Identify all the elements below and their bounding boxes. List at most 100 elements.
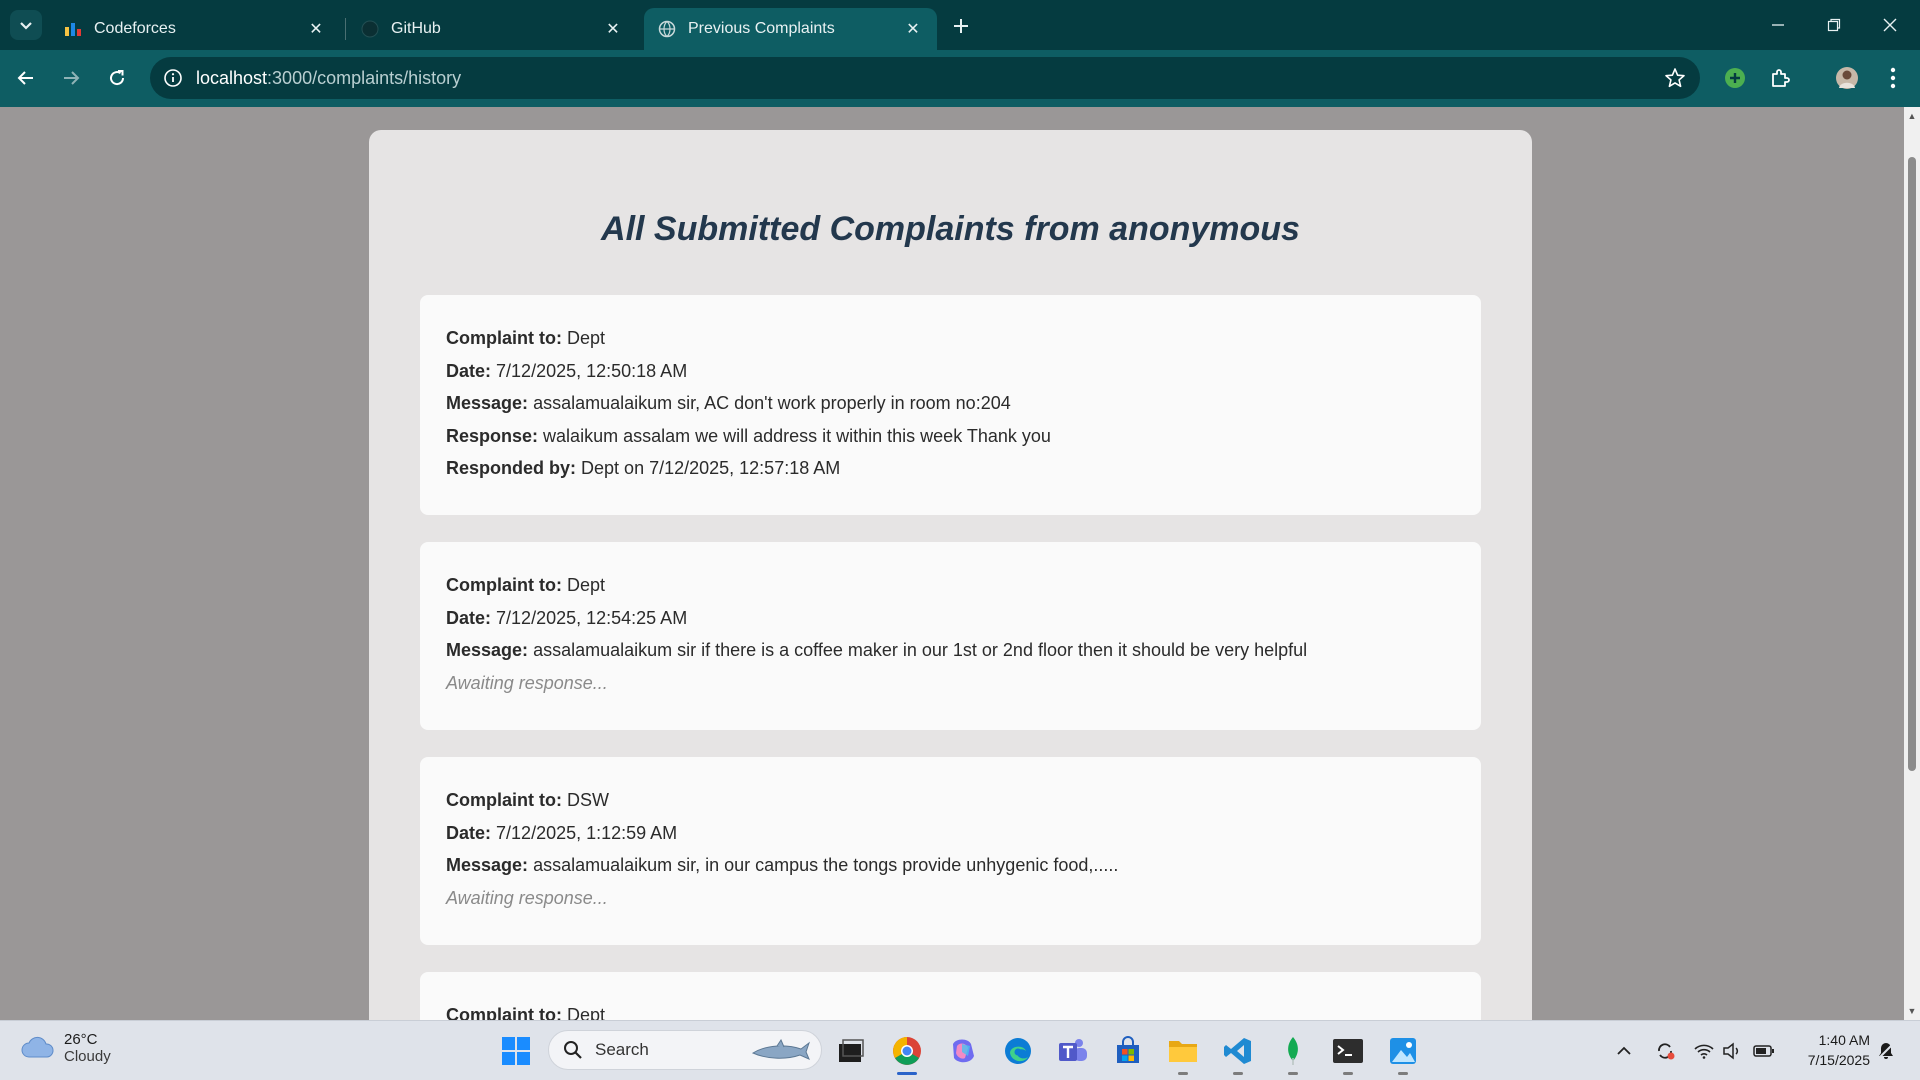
minimize-button[interactable] — [1758, 10, 1798, 40]
tab-codeforces[interactable]: Codeforces ✕ — [50, 8, 340, 50]
complaint-card: Complaint to: Dept Date: 7/12/2025, 12:5… — [420, 295, 1481, 515]
more-vertical-icon — [1890, 67, 1896, 89]
date-value: 7/12/2025, 12:54:25 AM — [496, 607, 688, 628]
extensions-puzzle-icon[interactable] — [1766, 63, 1796, 93]
forward-button[interactable] — [55, 62, 87, 94]
volume-icon[interactable] — [1720, 1039, 1744, 1063]
scroll-up-icon[interactable]: ▲ — [1907, 111, 1917, 121]
tab-divider — [345, 18, 346, 40]
vscode-icon — [1224, 1038, 1251, 1064]
close-icon[interactable]: ✕ — [306, 19, 326, 39]
store-icon — [1117, 1036, 1139, 1063]
start-button[interactable] — [498, 1033, 534, 1069]
taskbar-terminal[interactable] — [1330, 1033, 1366, 1075]
close-icon[interactable]: ✕ — [903, 19, 923, 39]
new-tab-button[interactable] — [944, 12, 978, 40]
date-row: Date: 7/12/2025, 12:54:25 AM — [446, 607, 1455, 640]
site-info-icon[interactable] — [162, 67, 184, 89]
weather-widget[interactable]: 26°C Cloudy — [20, 1031, 111, 1065]
field-label: Complaint to: — [446, 790, 562, 810]
browser-menu-button[interactable] — [1878, 63, 1908, 93]
field-label: Response: — [446, 425, 539, 446]
extension-green-icon[interactable] — [1720, 63, 1750, 93]
running-indicator — [1343, 1072, 1353, 1075]
message-value: assalamualaikum sir if there is a coffee… — [533, 640, 1308, 660]
awaiting-response-text: Awaiting response... — [446, 672, 608, 693]
taskbar-search[interactable]: Search — [548, 1030, 822, 1070]
minimize-icon — [1772, 24, 1784, 26]
field-label: Message: — [446, 640, 529, 660]
tab-previous-complaints[interactable]: Previous Complaints ✕ — [644, 8, 937, 50]
taskbar-teams[interactable] — [1055, 1033, 1091, 1069]
clock-time: 1:40 AM — [1818, 1032, 1870, 1048]
taskbar-mongodb[interactable] — [1275, 1033, 1311, 1075]
taskbar-edge[interactable] — [1000, 1033, 1036, 1069]
windows-icon — [502, 1037, 530, 1065]
date-row: Date: 7/12/2025, 12:50:18 AM — [446, 360, 1455, 393]
sync-tray-icon[interactable] — [1653, 1039, 1677, 1063]
response-value: walaikum assalam we will address it with… — [543, 425, 1051, 446]
complaint-to-row: Complaint to: Dept — [446, 574, 1455, 607]
close-icon[interactable]: ✕ — [603, 19, 623, 39]
restore-icon — [1827, 18, 1841, 32]
tab-github[interactable]: GitHub ✕ — [347, 8, 637, 50]
taskbar-store[interactable] — [1110, 1033, 1146, 1069]
profile-avatar[interactable] — [1832, 63, 1862, 93]
copilot-icon — [953, 1039, 974, 1063]
shark-decoration-icon — [751, 1039, 810, 1060]
edge-icon — [1005, 1038, 1031, 1064]
tab-bar: Codeforces ✕ GitHub ✕ Previous Complaint… — [0, 0, 1920, 50]
system-clock[interactable]: 1:40 AM 7/15/2025 — [1790, 1030, 1870, 1070]
complaint-to-row: Complaint to: DSW — [446, 789, 1455, 822]
complaint-card: Complaint to: DSW Date: 7/12/2025, 1:12:… — [420, 757, 1481, 945]
page-title: All Submitted Complaints from anonymous — [601, 210, 1300, 248]
date-value: 7/12/2025, 12:50:18 AM — [496, 360, 688, 381]
running-indicator — [1288, 1072, 1298, 1075]
weather-condition: Cloudy — [64, 1048, 111, 1065]
github-icon — [361, 20, 379, 38]
message-value: assalamualaikum sir, AC don't work prope… — [533, 393, 1011, 413]
taskbar-photos[interactable] — [1385, 1033, 1421, 1075]
task-view-button[interactable] — [833, 1033, 869, 1069]
chrome-icon — [893, 1037, 921, 1065]
address-bar[interactable]: localhost:3000/complaints/history — [150, 57, 1700, 99]
page-scrollbar[interactable]: ▲ ▼ — [1904, 107, 1920, 1020]
terminal-icon — [1333, 1039, 1363, 1063]
notifications-bell-icon[interactable] — [1874, 1039, 1898, 1063]
scroll-thumb[interactable] — [1908, 157, 1916, 771]
restore-button[interactable] — [1814, 10, 1854, 40]
response-row: Response: walaikum assalam we will addre… — [446, 425, 1455, 458]
plus-icon — [954, 19, 968, 33]
reload-button[interactable] — [101, 62, 133, 94]
tab-title: GitHub — [391, 20, 441, 37]
taskbar: 26°C Cloudy Search 1:40 AM 7/15/2025 — [0, 1020, 1920, 1080]
complaints-panel: All Submitted Complaints from anonymous … — [369, 130, 1532, 1020]
chevron-down-icon — [20, 22, 32, 30]
arrow-right-icon — [64, 71, 80, 85]
running-indicator — [897, 1072, 917, 1075]
field-label: Responded by: — [446, 458, 577, 478]
back-button[interactable] — [10, 62, 42, 94]
wifi-icon[interactable] — [1692, 1039, 1716, 1063]
show-hidden-icons-button[interactable] — [1612, 1039, 1636, 1063]
page-viewport: All Submitted Complaints from anonymous … — [0, 107, 1904, 1020]
search-label: Search — [595, 1040, 649, 1059]
complaint-card: Complaint to: Dept — [420, 972, 1481, 1020]
field-label: Date: — [446, 822, 492, 843]
tab-search-button[interactable] — [10, 10, 42, 40]
close-window-button[interactable] — [1870, 10, 1910, 40]
scroll-down-icon[interactable]: ▼ — [1907, 1006, 1917, 1016]
running-indicator — [1178, 1072, 1188, 1075]
message-row: Message: assalamualaikum sir, in our cam… — [446, 854, 1455, 887]
field-label: Complaint to: — [446, 1005, 562, 1020]
taskbar-vscode[interactable] — [1220, 1033, 1256, 1075]
photos-icon — [1390, 1038, 1416, 1064]
complaint-to-value: DSW — [567, 790, 609, 810]
taskbar-chrome[interactable] — [889, 1033, 925, 1075]
complaint-to-value: Dept — [567, 575, 606, 595]
bookmark-star-icon[interactable] — [1664, 67, 1686, 94]
taskbar-file-explorer[interactable] — [1165, 1033, 1201, 1075]
complaint-to-row: Complaint to: Dept — [446, 327, 1455, 360]
taskbar-copilot[interactable] — [945, 1033, 981, 1069]
battery-icon[interactable] — [1752, 1039, 1776, 1063]
